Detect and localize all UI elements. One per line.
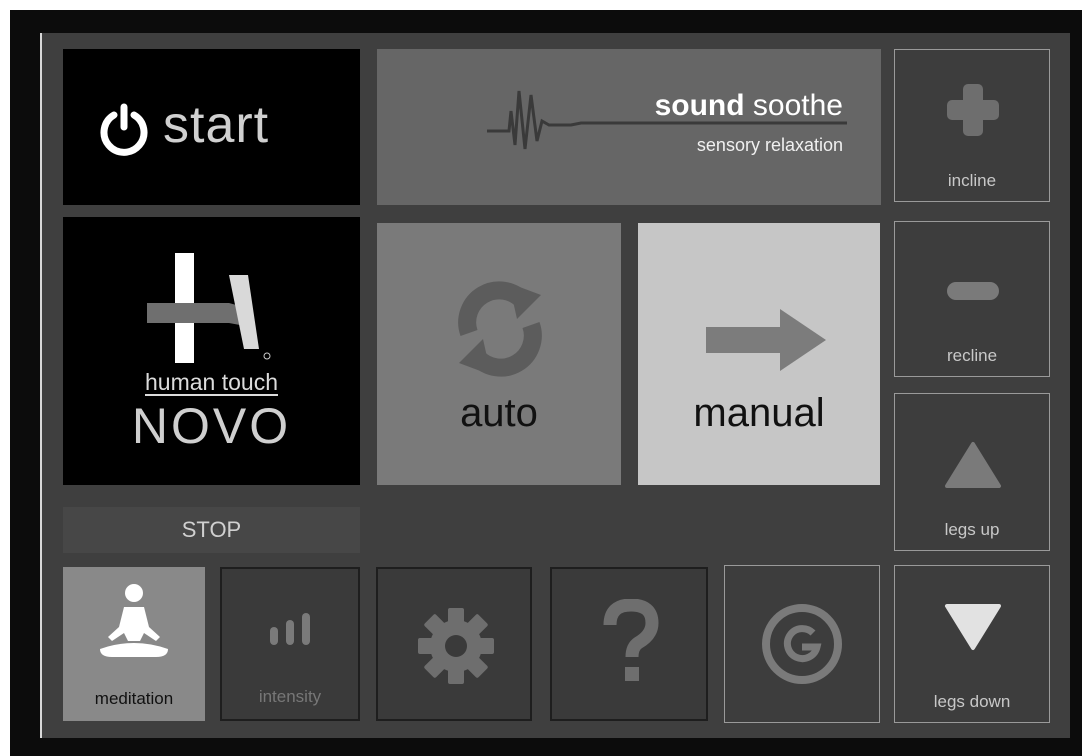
question-mark-icon [603, 599, 659, 681]
start-button[interactable]: start [63, 49, 360, 205]
manual-button[interactable]: manual [638, 223, 880, 485]
sound-soothe-button[interactable]: sound soothe sensory relaxation [377, 49, 881, 205]
control-screen: start sound soothe sensory relaxation in… [40, 33, 1070, 738]
sound-soothe-title: sound soothe [655, 89, 843, 123]
auto-label: auto [460, 391, 538, 435]
start-label: start [163, 96, 270, 154]
legs-up-label: legs up [944, 520, 1000, 539]
gear-icon [418, 608, 494, 684]
help-button[interactable] [550, 567, 708, 721]
minus-icon [947, 282, 999, 300]
meditation-label: meditation [94, 689, 174, 708]
human-touch-h-icon [147, 253, 271, 363]
manual-label: manual [693, 391, 825, 435]
sound-title-normal: soothe [752, 89, 843, 122]
incline-button[interactable]: incline [894, 49, 1050, 202]
intensity-bars-icon [270, 613, 310, 645]
sound-soothe-subtitle: sensory relaxation [696, 135, 843, 155]
brand-model: NOVO [131, 398, 292, 454]
triangle-up-icon [945, 442, 1001, 488]
g-logo-button[interactable] [724, 565, 880, 723]
g-logo-icon [762, 604, 842, 684]
incline-label: incline [947, 171, 997, 190]
recline-button[interactable]: recline [894, 221, 1050, 377]
power-icon [100, 103, 148, 156]
meditation-button[interactable]: meditation [63, 567, 205, 721]
legs-down-label: legs down [933, 692, 1011, 711]
stop-button[interactable]: STOP [63, 507, 360, 553]
triangle-down-icon [945, 604, 1001, 650]
brand-name: human touch [145, 369, 278, 395]
legs-down-button[interactable]: legs down [894, 565, 1050, 723]
stop-label: STOP [181, 517, 242, 542]
settings-button[interactable] [376, 567, 532, 721]
recline-label: recline [946, 346, 998, 365]
auto-button[interactable]: auto [377, 223, 621, 485]
human-touch-logo: human touch NOVO [63, 217, 360, 485]
intensity-button[interactable]: intensity [220, 567, 360, 721]
legs-up-button[interactable]: legs up [894, 393, 1050, 551]
sound-title-bold: sound [654, 89, 745, 122]
meditation-icon [100, 584, 168, 657]
plus-icon [947, 84, 999, 136]
arrow-right-icon [706, 309, 826, 371]
auto-cycle-icon [458, 281, 542, 377]
intensity-label: intensity [258, 687, 322, 706]
